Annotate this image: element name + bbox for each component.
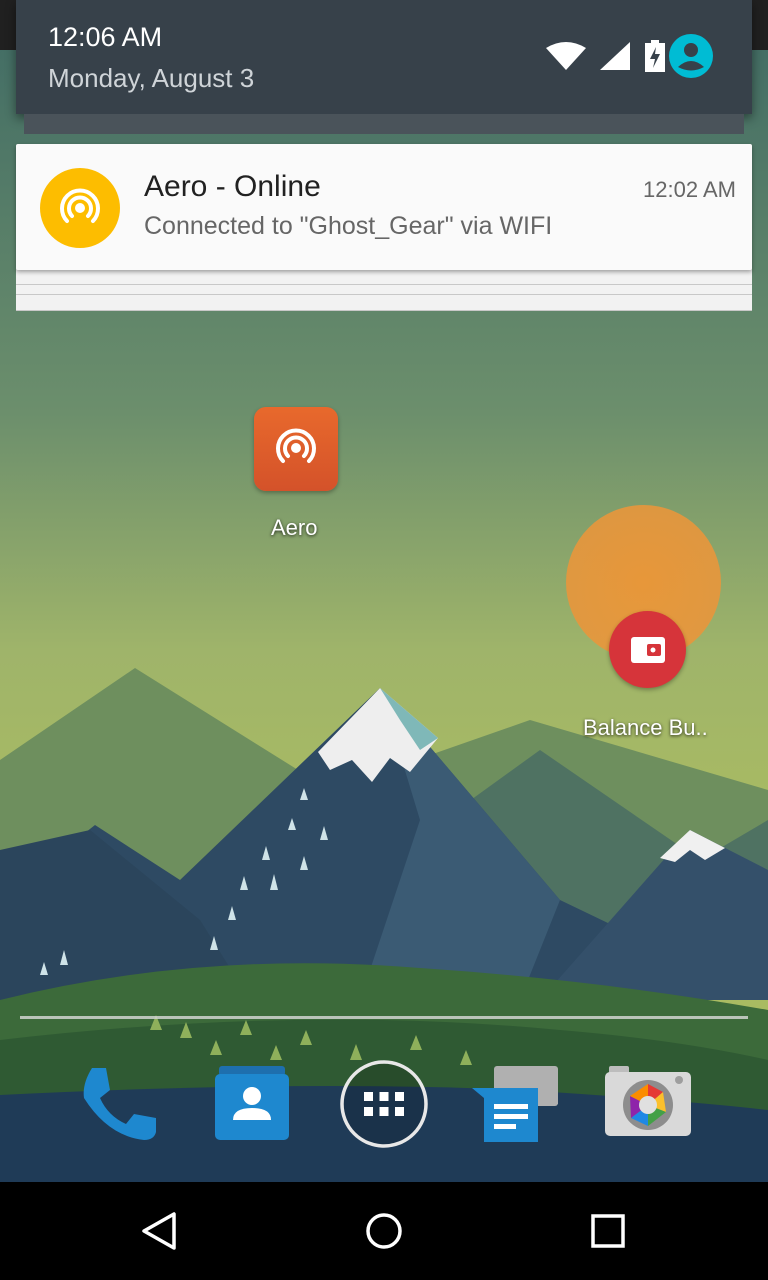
clock-time: 12:06 AM xyxy=(48,22,163,52)
home-icon xyxy=(366,1213,402,1249)
notification-card[interactable]: Aero - Online Connected to "Ghost_Gear" … xyxy=(16,144,752,270)
user-avatar-icon[interactable] xyxy=(669,34,713,83)
messenger-icon[interactable] xyxy=(470,1064,562,1149)
battery-charging-icon xyxy=(644,40,666,77)
home-button[interactable] xyxy=(324,1182,444,1280)
shade-search-strip xyxy=(24,114,744,134)
navigation-bar xyxy=(0,1182,768,1280)
recents-button[interactable] xyxy=(548,1182,668,1280)
app-balance[interactable] xyxy=(609,611,686,688)
clock-date[interactable]: Monday, August 3 xyxy=(48,63,254,94)
cell-signal-icon xyxy=(600,42,630,75)
notification-title: Aero - Online xyxy=(144,170,321,203)
notification-shade-header[interactable]: 12:06 AM Monday, August 3 xyxy=(16,0,752,114)
phone-icon[interactable] xyxy=(78,1064,160,1149)
back-button[interactable] xyxy=(100,1182,220,1280)
app-aero[interactable] xyxy=(254,407,338,491)
app-label-aero[interactable]: Aero xyxy=(271,515,317,541)
broadcast-icon xyxy=(40,168,120,248)
camera-icon[interactable] xyxy=(603,1064,693,1143)
wallet-icon xyxy=(631,637,665,663)
back-icon xyxy=(142,1212,176,1250)
dock-divider xyxy=(20,1016,748,1019)
wifi-icon xyxy=(546,42,586,77)
recents-icon xyxy=(591,1214,625,1248)
notification-time: 12:02 AM xyxy=(643,177,736,202)
contacts-icon[interactable] xyxy=(213,1066,291,1149)
aero-broadcast-icon xyxy=(276,428,316,463)
notification-text: Connected to "Ghost_Gear" via WIFI xyxy=(144,212,553,240)
app-drawer-icon[interactable] xyxy=(340,1060,428,1153)
notification-stack-edge xyxy=(16,268,752,285)
app-label-balance[interactable]: Balance Bu.. xyxy=(583,715,708,741)
